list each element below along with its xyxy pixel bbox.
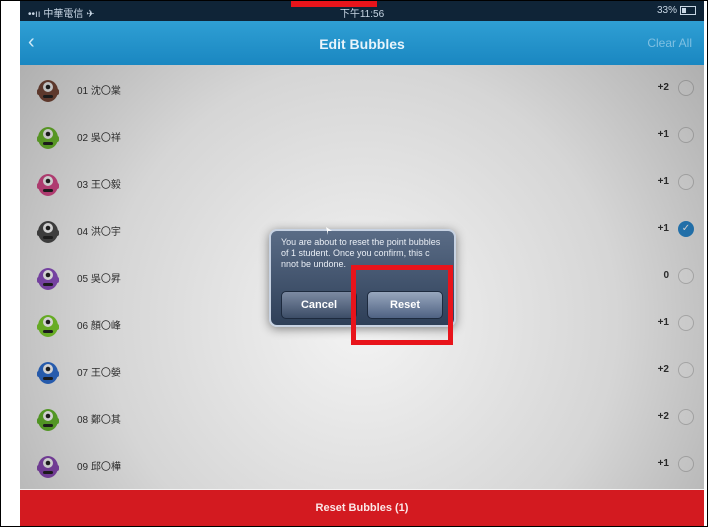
monster-avatar-icon <box>33 166 63 198</box>
monster-avatar-icon <box>33 448 63 480</box>
student-name: 06 顏〇峰 <box>77 321 121 332</box>
list-item[interactable]: 03 王〇毅 +1 <box>20 159 704 207</box>
page-title: Edit Bubbles <box>319 36 405 52</box>
points-value: +2 <box>657 411 669 422</box>
select-checkbox[interactable] <box>678 268 694 284</box>
app-screen: ••ıı 中華電信 ✈ 下午11:56 33% ‹ Edit Bubbles C… <box>20 1 704 526</box>
select-checkbox[interactable] <box>678 315 694 331</box>
annotation-top-bar <box>291 1 377 7</box>
clear-all-button[interactable]: Clear All <box>647 36 692 50</box>
select-checkbox[interactable] <box>678 456 694 472</box>
monster-avatar-icon <box>33 72 63 104</box>
reset-bubbles-button[interactable]: Reset Bubbles (1) <box>20 490 704 526</box>
list-item[interactable]: 07 王〇嫈 +2 <box>20 347 704 395</box>
student-name: 01 沈〇棠 <box>77 86 121 97</box>
student-name: 09 邱〇樺 <box>77 462 121 473</box>
points-value: +1 <box>657 223 669 234</box>
list-item[interactable]: 01 沈〇棠 +2 <box>20 65 704 113</box>
student-name: 08 鄭〇其 <box>77 415 121 426</box>
list-item[interactable]: 08 鄭〇其 +2 <box>20 394 704 442</box>
select-checkbox[interactable] <box>678 80 694 96</box>
select-checkbox[interactable] <box>678 409 694 425</box>
battery-percent: 33% <box>656 5 677 16</box>
monster-avatar-icon <box>33 119 63 151</box>
battery-indicator: 33% <box>657 5 696 16</box>
student-name: 03 王〇毅 <box>77 180 121 191</box>
list-item[interactable]: 02 吳〇祥 +1 <box>20 112 704 160</box>
points-value: +1 <box>657 458 669 469</box>
list-item[interactable]: 09 邱〇樺 +1 <box>20 441 704 489</box>
points-value: 0 <box>663 270 669 281</box>
cursor-icon <box>326 227 332 235</box>
select-checkbox[interactable] <box>678 127 694 143</box>
points-value: +1 <box>657 129 669 140</box>
select-checkbox[interactable] <box>678 362 694 378</box>
reset-confirm-dialog: You are about to reset the point bubbles… <box>269 229 456 327</box>
clock: 下午11:56 <box>339 9 385 20</box>
points-value: +1 <box>657 317 669 328</box>
nav-bar: ‹ Edit Bubbles Clear All <box>20 21 704 65</box>
student-name: 02 吳〇祥 <box>77 133 121 144</box>
points-value: +2 <box>657 82 669 93</box>
student-name: 05 吳〇昇 <box>77 274 121 285</box>
student-name: 04 洪〇宇 <box>77 227 121 238</box>
battery-icon <box>680 6 696 15</box>
screenshot-frame: ••ıı 中華電信 ✈ 下午11:56 33% ‹ Edit Bubbles C… <box>0 0 708 527</box>
monster-avatar-icon <box>33 260 63 292</box>
cancel-button[interactable]: Cancel <box>281 291 357 319</box>
reset-button[interactable]: Reset <box>367 291 443 319</box>
monster-avatar-icon <box>33 307 63 339</box>
student-name: 07 王〇嫈 <box>77 368 121 379</box>
monster-avatar-icon <box>33 354 63 386</box>
monster-avatar-icon <box>33 401 63 433</box>
checkmark-icon[interactable]: ✓ <box>678 221 694 237</box>
dialog-message: You are about to reset the point bubbles… <box>281 237 441 269</box>
select-checkbox[interactable] <box>678 174 694 190</box>
monster-avatar-icon <box>33 213 63 245</box>
points-value: +1 <box>657 176 669 187</box>
points-value: +2 <box>657 364 669 375</box>
